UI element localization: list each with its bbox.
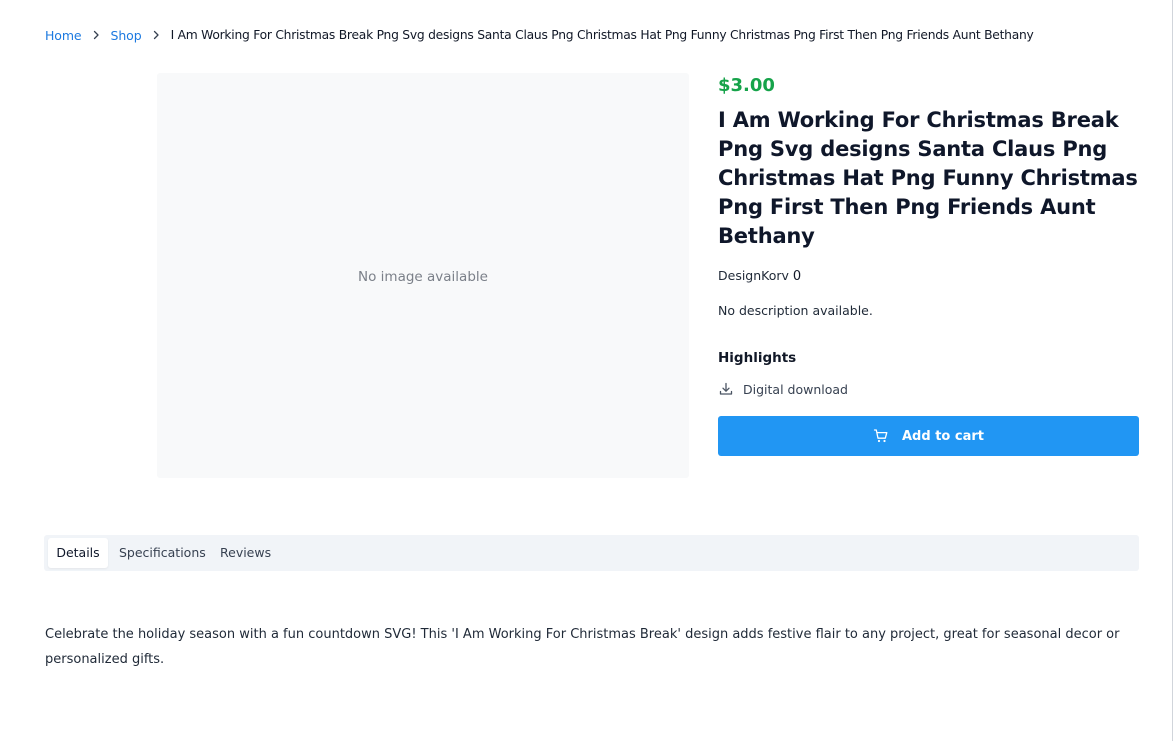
vendor-row: DesignKorv 0 [718,267,1139,285]
add-to-cart-label: Add to cart [902,428,984,444]
product-description: No description available. [718,303,873,318]
download-icon [718,381,734,397]
product-tabs: Details Specifications Reviews [44,535,1139,571]
product-page: Home Shop I Am Working For Christmas Bre… [0,0,1174,741]
vendor-count: 0 [792,269,802,284]
tab-reviews[interactable]: Reviews [209,538,282,568]
vendor-name[interactable]: DesignKorv [718,268,789,283]
breadcrumb-shop-link[interactable]: Shop [111,28,142,43]
highlights-heading: Highlights [718,350,797,366]
highlight-item: Digital download [718,380,1139,398]
chevron-right-icon [82,30,111,40]
product-info: $3.00 I Am Working For Christmas Break P… [718,74,1139,398]
product-image-placeholder: No image available [157,73,689,478]
details-description: Celebrate the holiday season with a fun … [45,627,1120,667]
scrollbar-edge [1172,0,1173,741]
breadcrumb-current: I Am Working For Christmas Break Png Svg… [170,28,1034,42]
product-title: I Am Working For Christmas Break Png Svg… [718,108,1138,248]
no-image-text: No image available [358,268,488,285]
product-price: $3.00 [718,75,775,96]
highlight-label: Digital download [743,381,848,397]
breadcrumb-home-link[interactable]: Home [45,28,82,43]
add-to-cart-button[interactable]: Add to cart [718,416,1139,456]
tab-specifications[interactable]: Specifications [108,538,217,568]
cart-icon [873,428,889,444]
tab-details[interactable]: Details [48,538,108,568]
breadcrumb: Home Shop I Am Working For Christmas Bre… [45,26,1034,44]
chevron-right-icon [142,30,171,40]
